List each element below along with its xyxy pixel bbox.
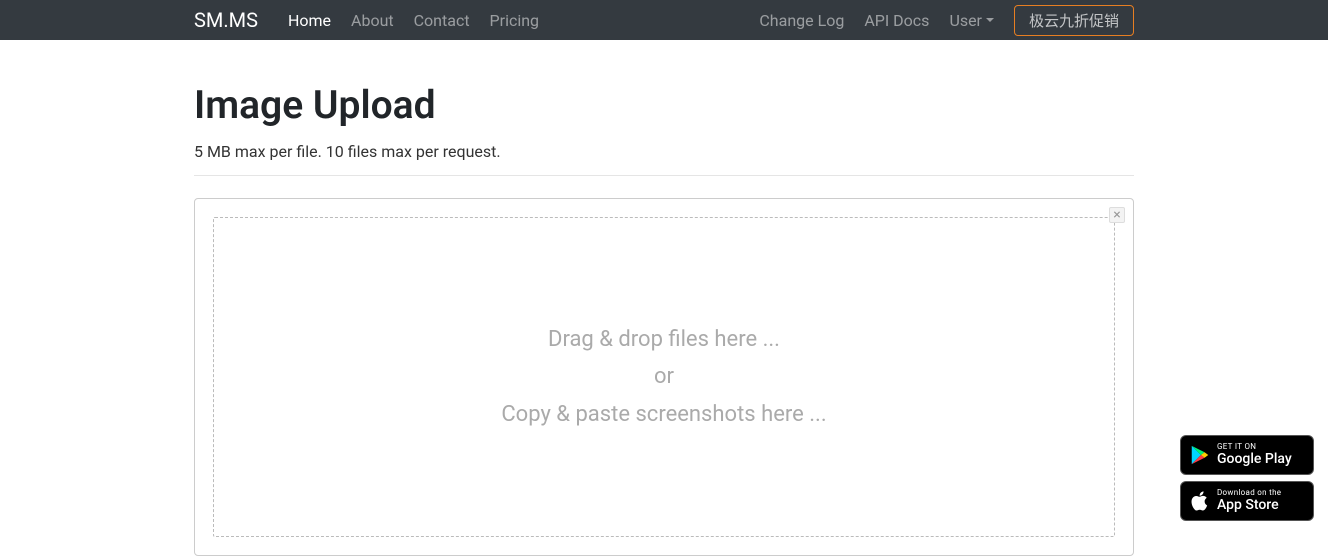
dropzone-line1: Drag & drop files here ... [501, 321, 826, 358]
brand-logo[interactable]: SM.MS [194, 8, 258, 32]
google-play-badge[interactable]: GET IT ON Google Play [1180, 435, 1314, 475]
google-play-icon [1189, 444, 1211, 466]
app-store-badge[interactable]: Download on the App Store [1180, 481, 1314, 521]
upload-panel: × Drag & drop files here ... or Copy & p… [194, 198, 1134, 556]
nav-changelog[interactable]: Change Log [759, 11, 844, 30]
divider [194, 175, 1134, 176]
promo-button[interactable]: 极云九折促销 [1014, 5, 1134, 36]
page-subtitle: 5 MB max per file. 10 files max per requ… [194, 142, 1134, 161]
dropzone-line2: or [501, 358, 826, 395]
app-store-text: Download on the App Store [1217, 489, 1281, 513]
dropzone-text: Drag & drop files here ... or Copy & pas… [501, 321, 826, 433]
chevron-down-icon [986, 18, 994, 22]
google-play-big: Google Play [1217, 452, 1292, 467]
nav-contact[interactable]: Contact [414, 11, 470, 30]
nav-about[interactable]: About [351, 11, 394, 30]
nav-left: Home About Contact Pricing [288, 11, 539, 30]
close-icon[interactable]: × [1109, 207, 1125, 223]
navbar: SM.MS Home About Contact Pricing Change … [0, 0, 1328, 40]
app-store-big: App Store [1217, 498, 1281, 513]
nav-user-label: User [949, 11, 982, 30]
page-title: Image Upload [194, 82, 1134, 128]
dropzone-line3: Copy & paste screenshots here ... [501, 396, 826, 433]
store-badges: GET IT ON Google Play Download on the Ap… [1180, 435, 1314, 521]
nav-pricing[interactable]: Pricing [490, 11, 540, 30]
nav-right: Change Log API Docs User 极云九折促销 [759, 5, 1134, 36]
main-container: Image Upload 5 MB max per file. 10 files… [194, 40, 1134, 556]
nav-apidocs[interactable]: API Docs [864, 11, 929, 30]
apple-icon [1189, 490, 1211, 512]
nav-user-dropdown[interactable]: User [949, 11, 994, 30]
google-play-text: GET IT ON Google Play [1217, 443, 1292, 467]
nav-home[interactable]: Home [288, 11, 331, 30]
file-dropzone[interactable]: Drag & drop files here ... or Copy & pas… [213, 217, 1115, 537]
